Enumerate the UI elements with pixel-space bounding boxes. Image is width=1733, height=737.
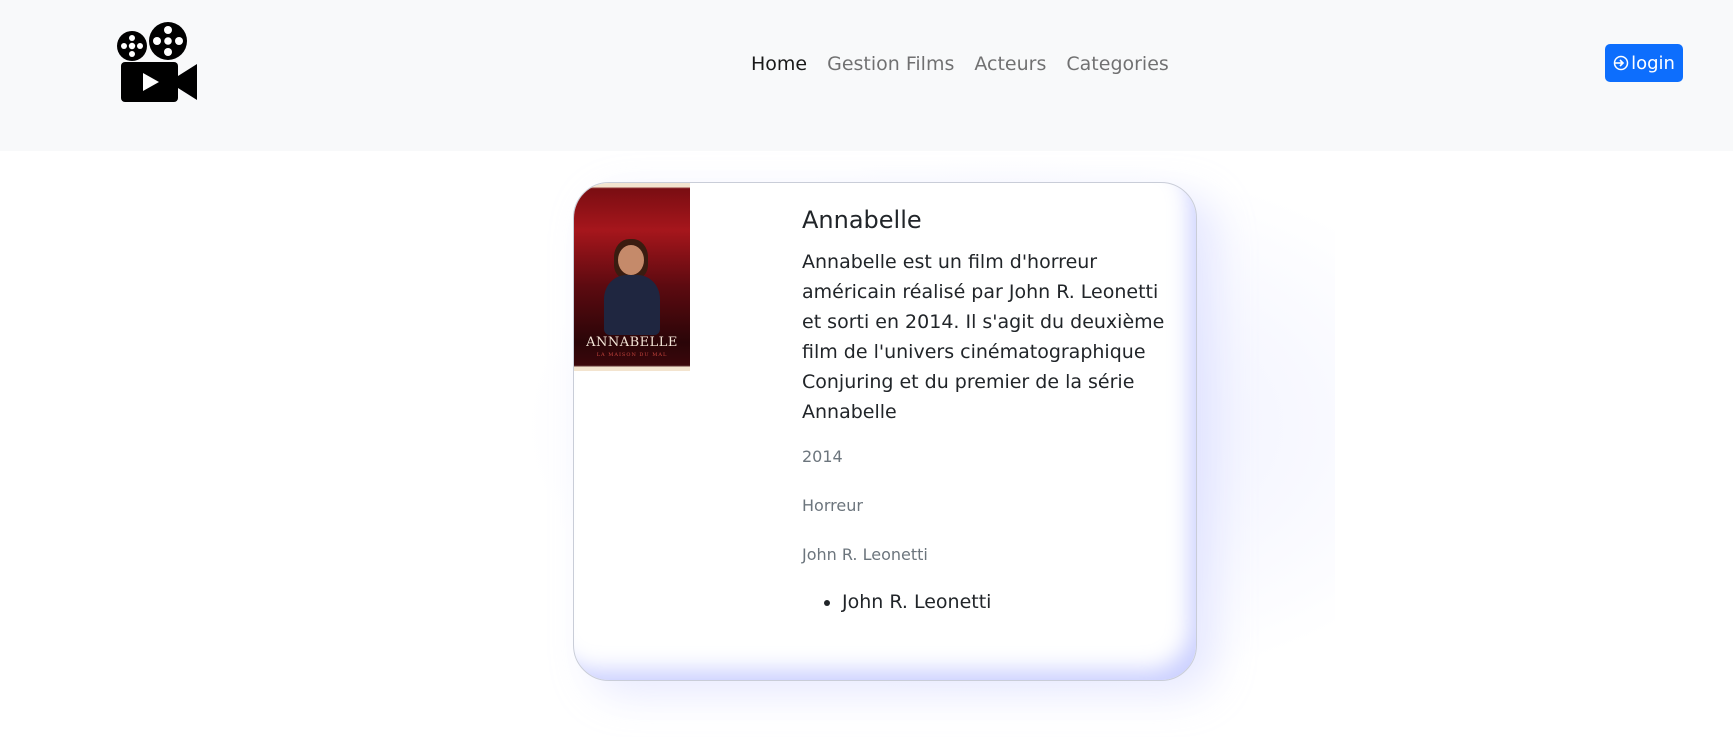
film-poster: ANNABELLE LA MAISON DU MAL — [574, 183, 690, 371]
login-label: login — [1631, 52, 1675, 74]
poster-subtitle: LA MAISON DU MAL — [596, 352, 668, 358]
actor-item: John R. Leonetti — [842, 588, 1182, 616]
film-category: Horreur — [802, 496, 863, 515]
nav-gestion-films[interactable]: Gestion Films — [817, 50, 964, 78]
poster-figure-face — [618, 245, 644, 275]
nav-home[interactable]: Home — [741, 50, 817, 78]
nav-acteurs[interactable]: Acteurs — [964, 50, 1056, 78]
sign-in-icon — [1613, 55, 1629, 71]
navbar: Home Gestion Films Acteurs Categories lo… — [0, 0, 1733, 151]
poster-figure-body — [604, 275, 660, 335]
film-year: 2014 — [802, 447, 843, 466]
film-details: Annabelle Annabelle est un film d'horreu… — [802, 203, 1182, 616]
poster-title: ANNABELLE — [586, 335, 678, 350]
film-card: ANNABELLE LA MAISON DU MAL Annabelle Ann… — [573, 182, 1197, 681]
main-nav: Home Gestion Films Acteurs Categories — [741, 50, 1179, 78]
movie-camera-icon[interactable] — [116, 20, 198, 104]
actor-list: John R. Leonetti — [802, 588, 1182, 616]
film-description: Annabelle est un film d'horreur américai… — [802, 251, 1165, 423]
login-button[interactable]: login — [1605, 44, 1683, 82]
film-director: John R. Leonetti — [802, 545, 928, 564]
nav-categories[interactable]: Categories — [1056, 50, 1178, 78]
film-title: Annabelle — [802, 206, 922, 234]
